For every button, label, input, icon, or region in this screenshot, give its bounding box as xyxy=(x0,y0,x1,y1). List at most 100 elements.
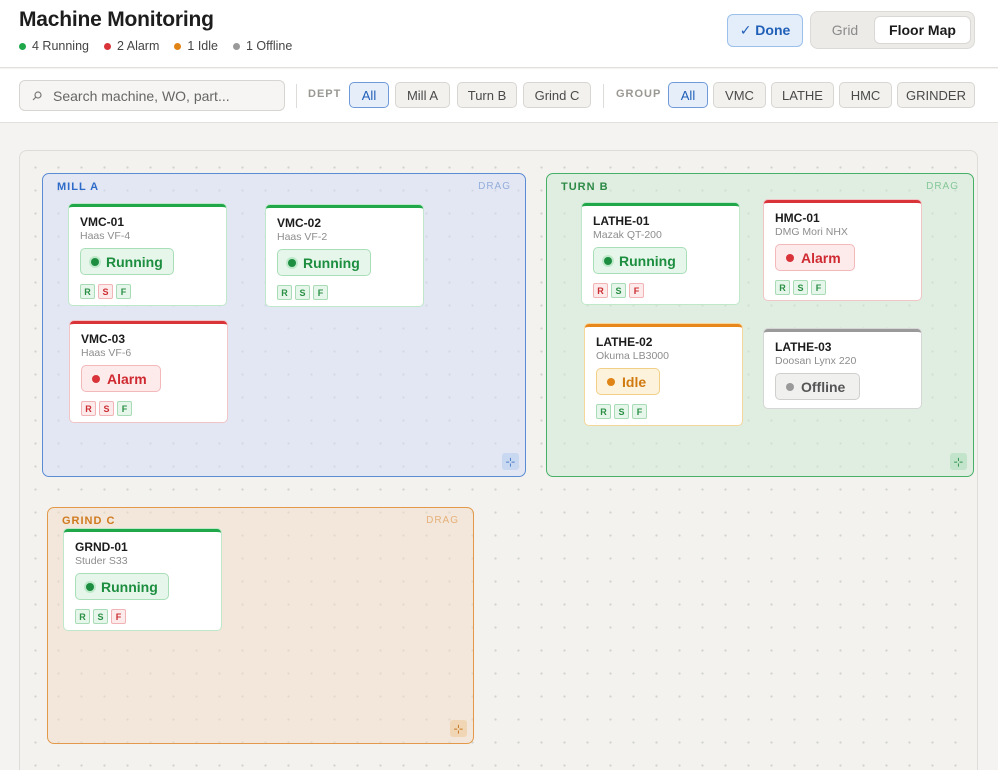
machine-model: Studer S33 xyxy=(75,555,128,567)
badge-s: S xyxy=(614,404,629,419)
resize-icon[interactable]: ⊹ xyxy=(502,453,519,470)
badge-r: R xyxy=(80,284,95,299)
check-badges: R S F xyxy=(75,609,126,624)
machine-model: Haas VF-6 xyxy=(81,347,132,359)
machine-card-vmc-03[interactable]: VMC-03 Haas VF-6 Alarm R S F xyxy=(70,321,227,422)
machine-id: LATHE-02 xyxy=(596,335,653,349)
status-label: Alarm xyxy=(107,370,147,387)
machine-card-lathe-01[interactable]: LATHE-01 Mazak QT-200 Running R S F xyxy=(582,203,739,304)
status-badge: Offline xyxy=(775,373,860,400)
badge-r: R xyxy=(596,404,611,419)
machine-id: VMC-02 xyxy=(277,216,322,230)
zone-drag-handle[interactable]: DRAG xyxy=(926,181,959,192)
badge-s: S xyxy=(793,280,808,295)
machine-model: Mazak QT-200 xyxy=(593,229,662,241)
machine-card-vmc-02[interactable]: VMC-02 Haas VF-2 Running R S F xyxy=(266,205,423,306)
dept-chip-mill-a[interactable]: Mill A xyxy=(395,82,450,108)
status-dot xyxy=(288,258,296,267)
check-badges: R S F xyxy=(81,401,132,416)
machine-card-lathe-03[interactable]: LATHE-03 Doosan Lynx 220 Offline xyxy=(764,329,921,408)
group-chip-all[interactable]: All xyxy=(668,82,708,108)
page-title: Machine Monitoring xyxy=(19,8,214,31)
machine-card-vmc-01[interactable]: VMC-01 Haas VF-4 Running R S F xyxy=(69,204,226,305)
status-dot xyxy=(91,257,99,266)
check-badges: R S F xyxy=(593,283,644,298)
badge-r: R xyxy=(277,285,292,300)
status-badge: Idle xyxy=(596,368,660,395)
group-chip-vmc[interactable]: VMC xyxy=(713,82,766,108)
machine-id: VMC-03 xyxy=(81,332,126,346)
badge-f: F xyxy=(629,283,644,298)
machine-card-hmc-01[interactable]: HMC-01 DMG Mori NHX Alarm R S F xyxy=(764,200,921,300)
badge-s: S xyxy=(295,285,310,300)
toolbar-divider xyxy=(296,84,297,108)
badge-f: F xyxy=(632,404,647,419)
view-floor-map-button[interactable]: Floor Map xyxy=(874,16,971,44)
summary-running-label: 4 Running xyxy=(32,39,89,53)
dept-chip-grind-c[interactable]: Grind C xyxy=(523,82,591,108)
status-label: Offline xyxy=(801,378,846,395)
status-label: Idle xyxy=(622,373,647,390)
status-dot xyxy=(607,377,615,386)
status-label: Running xyxy=(106,253,163,270)
view-grid-button[interactable]: Grid xyxy=(817,16,873,44)
summary-alarm-label: 2 Alarm xyxy=(117,39,160,53)
badge-f: F xyxy=(116,284,131,299)
alarm-dot xyxy=(104,42,111,50)
zone-name: TURN B xyxy=(561,181,609,193)
resize-icon[interactable]: ⊹ xyxy=(950,453,967,470)
search-box[interactable] xyxy=(19,80,285,111)
zone-drag-handle[interactable]: DRAG xyxy=(478,181,511,192)
summary-alarm: 2 Alarm xyxy=(104,39,159,53)
status-dot xyxy=(786,253,794,262)
badge-s: S xyxy=(98,284,113,299)
badge-f: F xyxy=(111,609,126,624)
machine-model: DMG Mori NHX xyxy=(775,226,848,238)
idle-dot xyxy=(174,42,182,50)
machine-model: Haas VF-2 xyxy=(277,231,328,243)
machine-card-lathe-02[interactable]: LATHE-02 Okuma LB3000 Idle R S F xyxy=(585,324,742,425)
summary-offline: 1 Offline xyxy=(232,39,293,53)
status-label: Running xyxy=(619,252,676,269)
status-label: Alarm xyxy=(801,249,841,266)
badge-r: R xyxy=(593,283,608,298)
done-button[interactable]: ✓ Done xyxy=(727,14,803,47)
group-chip-lathe[interactable]: LATHE xyxy=(771,82,834,108)
view-toggle: Grid Floor Map xyxy=(810,11,975,49)
status-dot xyxy=(86,582,94,591)
check-badges: R S F xyxy=(80,284,131,299)
dept-filter-label: DEPT xyxy=(308,88,342,100)
status-label: Running xyxy=(101,578,158,595)
status-label: Running xyxy=(303,254,360,271)
status-badge: Running xyxy=(80,248,174,275)
toolbar-divider xyxy=(603,84,604,108)
status-badge: Running xyxy=(277,249,371,276)
search-icon xyxy=(32,90,42,100)
machine-model: Okuma LB3000 xyxy=(596,350,669,362)
group-chip-hmc[interactable]: HMC xyxy=(839,82,892,108)
check-badges: R S F xyxy=(775,280,826,295)
resize-icon[interactable]: ⊹ xyxy=(450,720,467,737)
status-dot xyxy=(786,382,794,391)
running-dot xyxy=(19,42,26,50)
search-input[interactable] xyxy=(53,87,268,104)
machine-id: VMC-01 xyxy=(80,215,125,229)
badge-s: S xyxy=(99,401,114,416)
zone-name: MILL A xyxy=(57,181,100,193)
zone-drag-handle[interactable]: DRAG xyxy=(426,515,459,526)
machine-id: LATHE-03 xyxy=(775,340,832,354)
dept-chip-turn-b[interactable]: Turn B xyxy=(457,82,517,108)
summary-idle: 1 Idle xyxy=(174,39,218,53)
machine-card-grnd-01[interactable]: GRND-01 Studer S33 Running R S F xyxy=(64,529,221,630)
dept-chip-all[interactable]: All xyxy=(349,82,389,108)
status-badge: Alarm xyxy=(81,365,161,392)
check-badges: R S F xyxy=(596,404,647,419)
zone-name: GRIND C xyxy=(62,515,116,527)
machine-model: Doosan Lynx 220 xyxy=(775,355,857,367)
status-dot xyxy=(604,256,612,265)
group-chip-grinder[interactable]: GRINDER xyxy=(897,82,975,108)
summary-offline-label: 1 Offline xyxy=(245,39,293,53)
badge-s: S xyxy=(611,283,626,298)
badge-f: F xyxy=(117,401,132,416)
status-badge: Alarm xyxy=(775,244,855,271)
